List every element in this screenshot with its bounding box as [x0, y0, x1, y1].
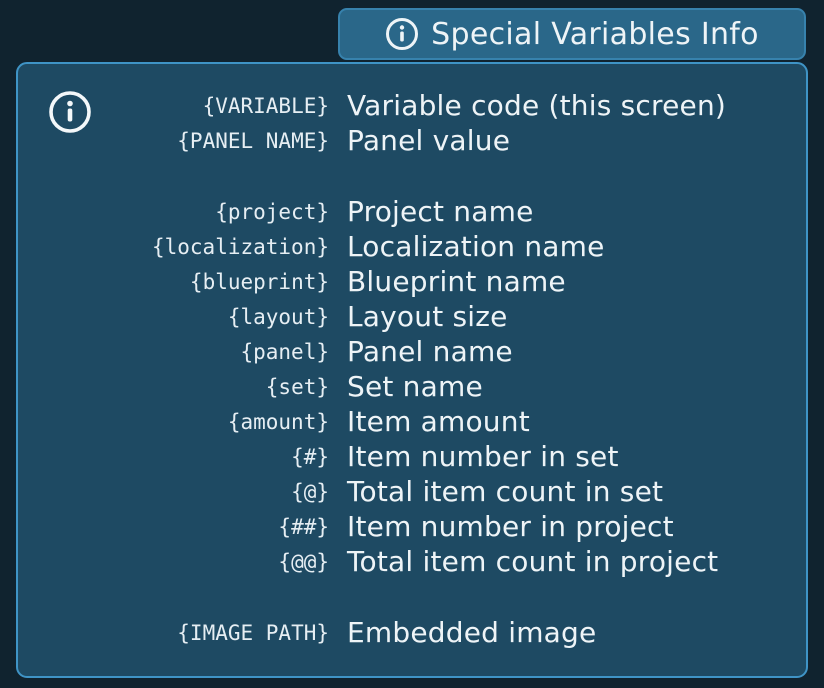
variable-description: Panel name: [347, 335, 513, 368]
variables-list: {VARIABLE} Variable code (this screen) {…: [18, 88, 806, 650]
variable-code: {blueprint}: [189, 269, 329, 294]
variable-description: Variable code (this screen): [347, 89, 727, 122]
variable-row: {##} Item number in project: [18, 509, 806, 544]
variable-code: {VARIABLE}: [202, 93, 329, 118]
variable-code: {@@}: [278, 549, 329, 574]
variable-row: {VARIABLE} Variable code (this screen): [18, 88, 806, 123]
variable-code: {amount}: [227, 409, 329, 434]
variable-code: {##}: [278, 514, 329, 539]
variable-code: {project}: [215, 199, 329, 224]
variable-description: Project name: [347, 195, 534, 228]
variable-description: Total item count in set: [347, 475, 664, 508]
variable-code: {panel}: [240, 339, 329, 364]
variable-code: {layout}: [227, 304, 329, 329]
variable-row: {set} Set name: [18, 369, 806, 404]
variable-row: {@@} Total item count in project: [18, 544, 806, 579]
variable-description: Item number in project: [347, 510, 674, 543]
variable-row: {PANEL NAME} Panel value: [18, 123, 806, 158]
variable-code: {localization}: [151, 234, 329, 259]
variable-row: {amount} Item amount: [18, 404, 806, 439]
variables-info-panel: {VARIABLE} Variable code (this screen) {…: [16, 62, 808, 678]
variable-row: {blueprint} Blueprint name: [18, 264, 806, 299]
variable-row: {localization} Localization name: [18, 229, 806, 264]
variable-row: {project} Project name: [18, 194, 806, 229]
variable-description: Localization name: [347, 230, 605, 263]
variable-row: {#} Item number in set: [18, 439, 806, 474]
variable-description: Item number in set: [347, 440, 619, 473]
variable-code: {PANEL NAME}: [177, 128, 329, 153]
variable-code: {#}: [291, 444, 329, 469]
variable-description: Layout size: [347, 300, 508, 333]
header-title: Special Variables Info: [431, 16, 759, 52]
variable-description: Item amount: [347, 405, 530, 438]
variable-description: Embedded image: [347, 616, 597, 649]
variable-description: Panel value: [347, 124, 511, 157]
variable-row: {@} Total item count in set: [18, 474, 806, 509]
variable-description: Set name: [347, 370, 483, 403]
variable-code: {set}: [265, 374, 329, 399]
variable-description: Total item count in project: [347, 545, 719, 578]
variable-code: {IMAGE PATH}: [177, 620, 329, 645]
special-variables-header[interactable]: Special Variables Info: [338, 8, 806, 60]
variable-row: {layout} Layout size: [18, 299, 806, 334]
variable-description: Blueprint name: [347, 265, 566, 298]
variable-row: {panel} Panel name: [18, 334, 806, 369]
info-icon: [386, 18, 419, 50]
variable-code: {@}: [291, 479, 329, 504]
variable-row: {IMAGE PATH} Embedded image: [18, 615, 806, 650]
